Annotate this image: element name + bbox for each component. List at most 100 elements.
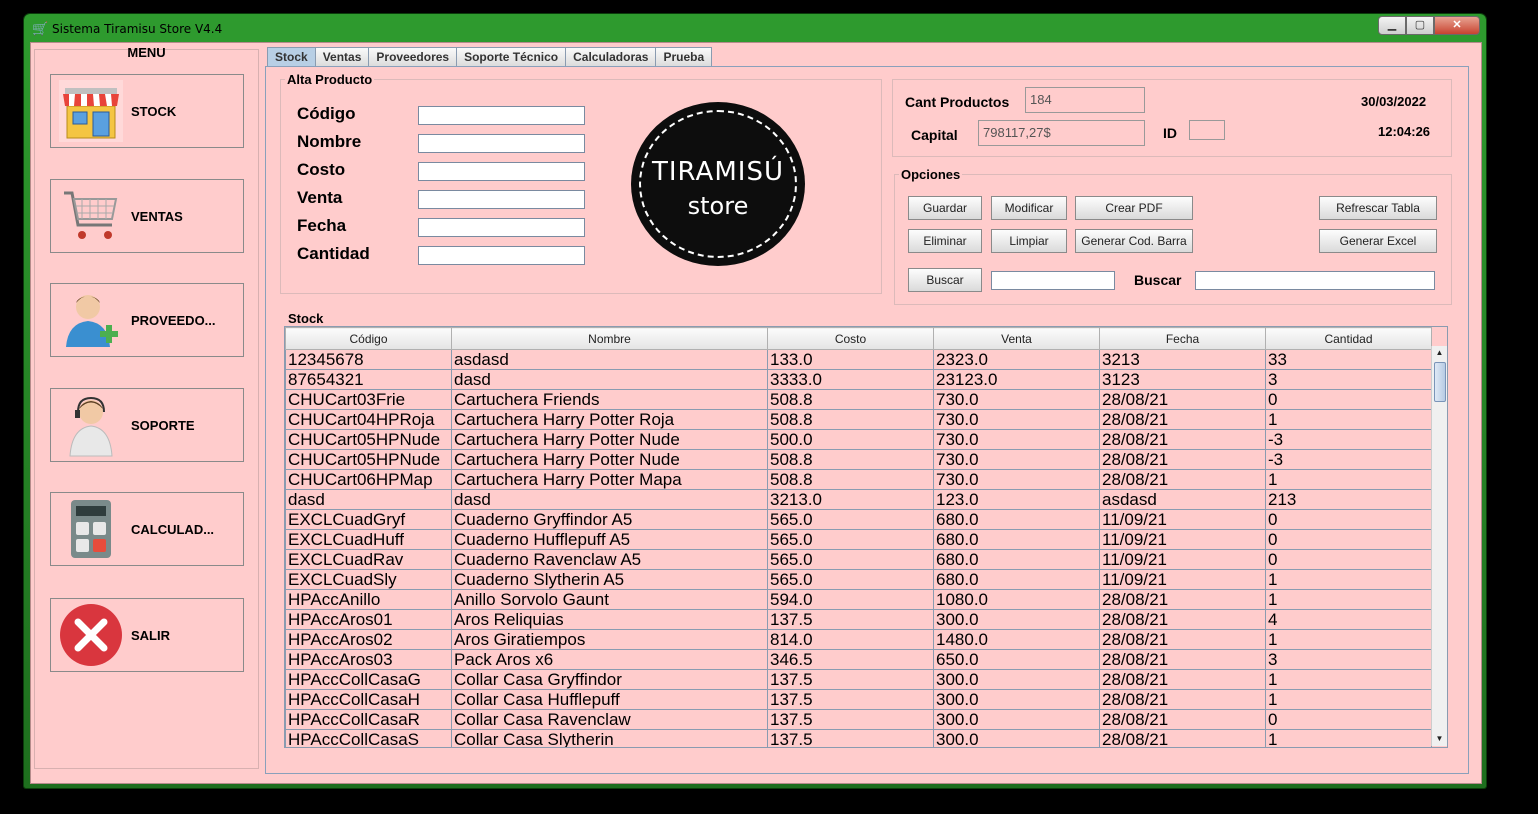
table-cell[interactable]: 28/08/21 <box>1099 649 1266 670</box>
table-cell[interactable]: 137.5 <box>767 609 934 630</box>
table-cell[interactable]: 680.0 <box>933 569 1100 590</box>
table-cell[interactable]: 565.0 <box>767 529 934 550</box>
table-row[interactable]: HPAccCollCasaS Collar Casa Slytherin 137.5… <box>285 729 1432 747</box>
table-cell[interactable]: 300.0 <box>933 669 1100 690</box>
table-cell[interactable]: Cartuchera Harry Potter Nude <box>451 429 768 450</box>
table-cell[interactable]: 28/08/21 <box>1099 729 1266 747</box>
table-cell[interactable]: 137.5 <box>767 729 934 747</box>
tab-stock[interactable]: Stock <box>267 47 316 66</box>
table-cell[interactable]: EXCLCuadHuff <box>285 529 452 550</box>
table-cell[interactable]: 3 <box>1265 369 1432 390</box>
table-cell[interactable]: 137.5 <box>767 689 934 710</box>
table-cell[interactable]: 1 <box>1265 689 1432 710</box>
table-cell[interactable]: CHUCart03Frie <box>285 389 452 410</box>
table-row[interactable]: EXCLCuadGryf Cuaderno Gryffindor A5 565.0 6… <box>285 509 1432 530</box>
modificar-button[interactable]: Modificar <box>991 196 1067 220</box>
buscar-button-input[interactable] <box>991 271 1115 290</box>
table-cell[interactable]: 1080.0 <box>933 589 1100 610</box>
table-cell[interactable]: 133.0 <box>767 349 934 370</box>
table-cell[interactable]: 28/08/21 <box>1099 669 1266 690</box>
table-row[interactable]: 87654321 dasd 3333.0 23123.0 3123 3 <box>285 369 1432 390</box>
table-cell[interactable]: 123.0 <box>933 489 1100 510</box>
venta-input[interactable] <box>418 190 585 209</box>
table-cell[interactable]: asdasd <box>1099 489 1266 510</box>
table-row[interactable]: CHUCart06HPMap Cartuchera Harry Potter Ma… <box>285 469 1432 490</box>
table-cell[interactable]: Cuaderno Slytherin A5 <box>451 569 768 590</box>
table-cell[interactable]: 508.8 <box>767 449 934 470</box>
table-cell[interactable]: 594.0 <box>767 589 934 610</box>
scroll-up-icon[interactable]: ▲ <box>1432 346 1447 360</box>
table-cell[interactable]: CHUCart05HPNude <box>285 449 452 470</box>
menu-soporte-button[interactable]: SOPORTE <box>50 388 244 462</box>
table-cell[interactable]: 1 <box>1265 469 1432 490</box>
table-cell[interactable]: 11/09/21 <box>1099 529 1266 550</box>
table-cell[interactable]: 23123.0 <box>933 369 1100 390</box>
tab-prueba[interactable]: Prueba <box>655 47 713 66</box>
menu-ventas-button[interactable]: VENTAS <box>50 179 244 253</box>
table-row[interactable]: HPAccAros01 Aros Reliquias 137.5 300.0 28/08… <box>285 609 1432 630</box>
tab-ventas[interactable]: Ventas <box>314 47 370 66</box>
menu-calculadoras-button[interactable]: CALCULAD... <box>50 492 244 566</box>
table-cell[interactable]: 680.0 <box>933 549 1100 570</box>
table-cell[interactable]: Collar Casa Gryffindor <box>451 669 768 690</box>
table-cell[interactable]: 137.5 <box>767 669 934 690</box>
table-cell[interactable]: Cartuchera Harry Potter Roja <box>451 409 768 430</box>
table-row[interactable]: EXCLCuadSly Cuaderno Slytherin A5 565.0 680… <box>285 569 1432 590</box>
generar-cod-barra-button[interactable]: Generar Cod. Barra <box>1075 229 1193 253</box>
table-cell[interactable]: 11/09/21 <box>1099 509 1266 530</box>
table-cell[interactable]: 0 <box>1265 549 1432 570</box>
col-header-codigo[interactable]: Código <box>285 327 452 350</box>
table-cell[interactable]: 3 <box>1265 649 1432 670</box>
table-cell[interactable]: HPAccCollCasaG <box>285 669 452 690</box>
table-cell[interactable]: 730.0 <box>933 469 1100 490</box>
table-cell[interactable]: 1480.0 <box>933 629 1100 650</box>
table-cell[interactable]: 28/08/21 <box>1099 429 1266 450</box>
table-cell[interactable]: -3 <box>1265 429 1432 450</box>
table-row[interactable]: CHUCart03Frie Cartuchera Friends 508.8 730.… <box>285 389 1432 410</box>
table-cell[interactable]: Collar Casa Ravenclaw <box>451 709 768 730</box>
table-cell[interactable]: 0 <box>1265 709 1432 730</box>
table-cell[interactable]: Cuaderno Hufflepuff A5 <box>451 529 768 550</box>
table-cell[interactable]: 11/09/21 <box>1099 549 1266 570</box>
table-cell[interactable]: 87654321 <box>285 369 452 390</box>
table-cell[interactable]: HPAccAros02 <box>285 629 452 650</box>
table-cell[interactable]: 28/08/21 <box>1099 609 1266 630</box>
table-vertical-scrollbar[interactable]: ▲ ▼ <box>1431 346 1447 746</box>
generar-excel-button[interactable]: Generar Excel <box>1319 229 1437 253</box>
table-cell[interactable]: dasd <box>285 489 452 510</box>
table-cell[interactable]: asdasd <box>451 349 768 370</box>
menu-stock-button[interactable]: STOCK <box>50 74 244 148</box>
table-cell[interactable]: 3123 <box>1099 369 1266 390</box>
table-cell[interactable]: 300.0 <box>933 709 1100 730</box>
table-cell[interactable]: 11/09/21 <box>1099 569 1266 590</box>
table-cell[interactable]: 1 <box>1265 729 1432 747</box>
table-row[interactable]: 12345678 asdasd 133.0 2323.0 3213 33 <box>285 349 1432 370</box>
table-cell[interactable]: 3213 <box>1099 349 1266 370</box>
table-cell[interactable]: 12345678 <box>285 349 452 370</box>
table-cell[interactable]: 1 <box>1265 589 1432 610</box>
guardar-button[interactable]: Guardar <box>908 196 982 220</box>
table-row[interactable]: HPAccCollCasaR Collar Casa Ravenclaw 137.5… <box>285 709 1432 730</box>
table-cell[interactable]: 28/08/21 <box>1099 709 1266 730</box>
table-cell[interactable]: 0 <box>1265 389 1432 410</box>
menu-salir-button[interactable]: SALIR <box>50 598 244 672</box>
table-cell[interactable]: 28/08/21 <box>1099 409 1266 430</box>
tab-proveedores[interactable]: Proveedores <box>368 47 458 66</box>
table-cell[interactable]: 680.0 <box>933 529 1100 550</box>
table-row[interactable]: dasd dasd 3213.0 123.0 asdasd 213 <box>285 489 1432 510</box>
scroll-down-icon[interactable]: ▼ <box>1432 732 1447 746</box>
table-cell[interactable]: HPAccCollCasaH <box>285 689 452 710</box>
table-cell[interactable]: dasd <box>451 369 768 390</box>
col-header-nombre[interactable]: Nombre <box>451 327 768 350</box>
table-cell[interactable]: -3 <box>1265 449 1432 470</box>
table-cell[interactable]: 300.0 <box>933 689 1100 710</box>
table-cell[interactable]: HPAccCollCasaS <box>285 729 452 747</box>
table-cell[interactable]: 680.0 <box>933 509 1100 530</box>
table-cell[interactable]: HPAccAnillo <box>285 589 452 610</box>
table-row[interactable]: HPAccCollCasaG Collar Casa Gryffindor 137.… <box>285 669 1432 690</box>
tab-calculadoras[interactable]: Calculadoras <box>565 47 657 66</box>
table-cell[interactable]: HPAccCollCasaR <box>285 709 452 730</box>
table-cell[interactable]: 0 <box>1265 529 1432 550</box>
table-cell[interactable]: 508.8 <box>767 409 934 430</box>
table-cell[interactable]: Cartuchera Harry Potter Nude <box>451 449 768 470</box>
